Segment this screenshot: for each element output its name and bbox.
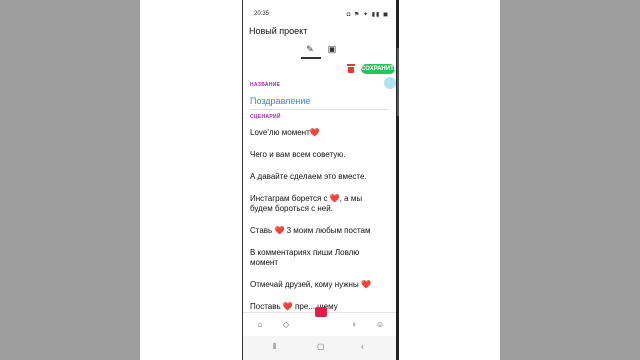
home-icon[interactable]: ⌂ bbox=[255, 320, 265, 330]
bottom-nav: ⌂ ◇ ♀ ☺ bbox=[243, 307, 397, 337]
status-icons: ◘ ⚑ ✦ ▮▮ ◼ bbox=[346, 12, 389, 18]
script-line: Чего и вам всем советую. bbox=[250, 150, 346, 159]
tab-profile[interactable]: ▣ bbox=[323, 42, 341, 56]
active-tab-indicator bbox=[301, 57, 321, 59]
script-line: Отмечай друзей, кому нужны ❤️ bbox=[250, 280, 371, 289]
script-line: А давайте сделаем это вместе. bbox=[250, 172, 367, 181]
person-icon[interactable]: ☺ bbox=[375, 320, 385, 330]
toolbar: СОХРАНИТЬ bbox=[243, 62, 397, 76]
tag-icon[interactable]: ◇ bbox=[281, 320, 291, 330]
status-time: 20:35 bbox=[254, 11, 270, 17]
tab-edit[interactable]: ✎ bbox=[301, 42, 319, 56]
lightbulb-icon[interactable]: ♀ bbox=[349, 320, 359, 330]
script-editor[interactable]: Love'лю момент❤️ Чего и вам всем советую… bbox=[250, 128, 386, 324]
left-background bbox=[0, 0, 140, 360]
edit-icon: ✎ bbox=[306, 44, 314, 54]
system-nav-bar: ⦀ ▢ ‹ bbox=[243, 336, 397, 360]
back-icon[interactable]: ‹ bbox=[361, 342, 364, 351]
phone-screen: 20:35 ◘ ⚑ ✦ ▮▮ ◼ Новый проект ✎ ▣ СОХРАН… bbox=[242, 0, 398, 360]
right-background bbox=[500, 0, 640, 360]
script-line: Ставь ❤️ 3 моим любым постам bbox=[250, 226, 371, 235]
side-button bbox=[397, 48, 399, 116]
script-line: Инстаграм борется с ❤️, а мы будем борот… bbox=[250, 194, 363, 213]
record-icon[interactable] bbox=[315, 307, 327, 317]
home-button-icon[interactable]: ▢ bbox=[317, 342, 325, 351]
recents-icon[interactable]: ⦀ bbox=[273, 342, 277, 352]
script-line: В комментариях пиши Ловлю момент bbox=[250, 248, 360, 267]
project-name-field[interactable]: Поздравление bbox=[250, 96, 310, 106]
status-bar: 20:35 ◘ ⚑ ✦ ▮▮ ◼ bbox=[243, 8, 397, 22]
profile-icon: ▣ bbox=[327, 44, 337, 54]
trash-icon[interactable] bbox=[347, 64, 355, 73]
page-title: Новый проект bbox=[249, 26, 308, 36]
save-button[interactable]: СОХРАНИТЬ bbox=[361, 64, 397, 74]
script-section-label: СЦЕНАРИЙ bbox=[250, 114, 281, 120]
divider bbox=[250, 109, 388, 110]
name-section-label: НАЗВАНИЕ bbox=[250, 82, 281, 88]
script-line: Love'лю момент❤️ bbox=[250, 128, 320, 137]
more-button[interactable]: ··· bbox=[384, 77, 396, 89]
tab-bar: ✎ ▣ bbox=[301, 42, 341, 59]
